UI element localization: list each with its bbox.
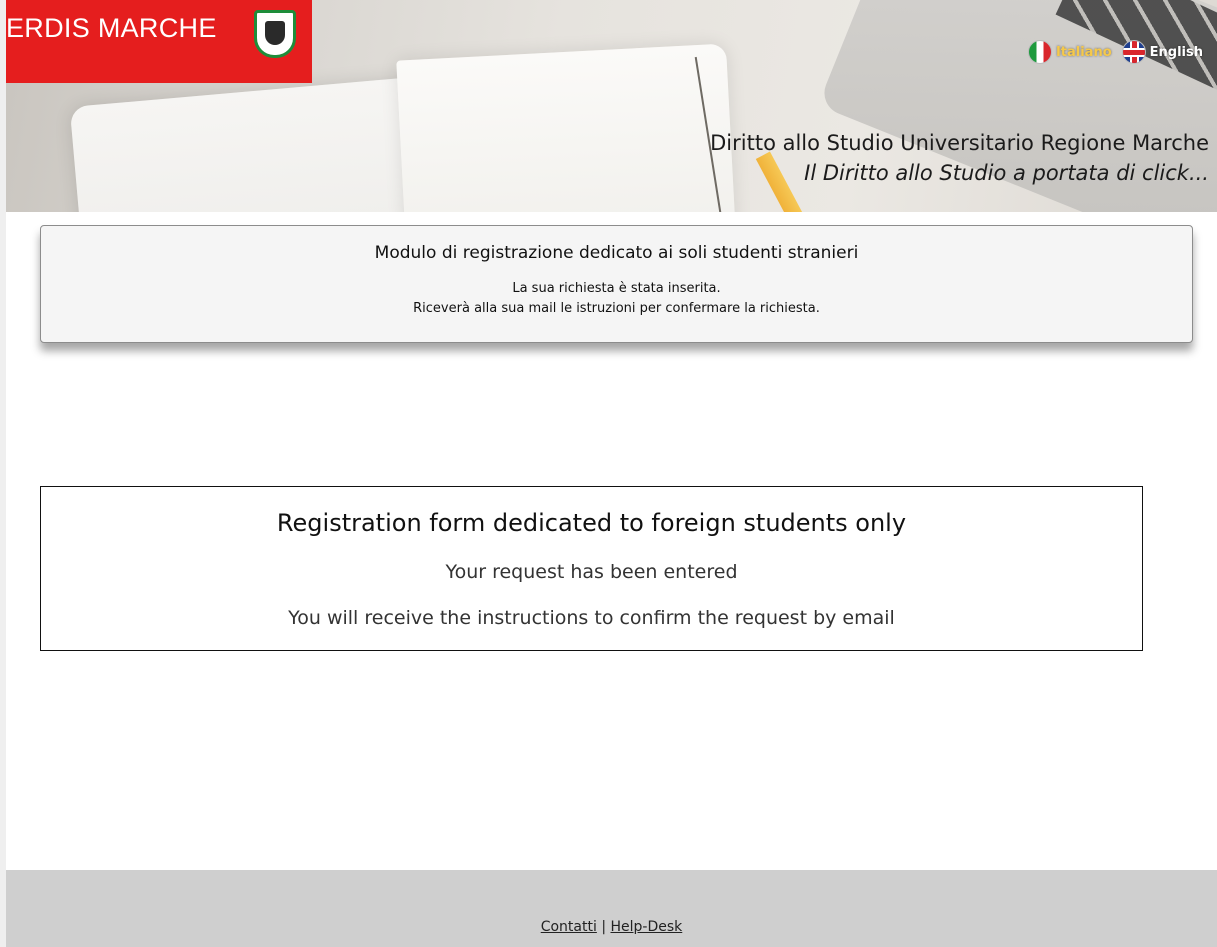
italian-notice-box: Modulo di registrazione dedicato ai soli… xyxy=(40,225,1193,343)
footer-links: Contatti | Help-Desk xyxy=(6,919,1217,935)
tagline-title: Diritto allo Studio Universitario Region… xyxy=(710,131,1209,155)
marche-emblem-icon xyxy=(254,10,296,58)
contacts-link[interactable]: Contatti xyxy=(541,919,597,935)
tagline-subtitle: Il Diritto allo Studio a portata di clic… xyxy=(804,161,1209,185)
uk-flag-icon[interactable] xyxy=(1121,40,1146,64)
notice-line-2: Riceverà alla sua mail le istruzioni per… xyxy=(413,301,820,316)
english-message-box: Registration form dedicated to foreign s… xyxy=(40,486,1143,651)
banner-notebook-left-page xyxy=(69,77,423,212)
banner-notebook-right-page xyxy=(396,43,736,212)
english-title: Registration form dedicated to foreign s… xyxy=(276,509,907,537)
helpdesk-link[interactable]: Help-Desk xyxy=(611,919,683,935)
language-selector: Italiano English xyxy=(1027,40,1209,64)
notice-line-1: La sua richiesta è stata inserita. xyxy=(512,281,721,296)
english-line-2: You will receive the instructions to con… xyxy=(288,607,895,629)
footer-separator: | xyxy=(601,919,607,935)
language-italian-link[interactable]: Italiano xyxy=(1056,45,1112,60)
notice-title: Modulo di registrazione dedicato ai soli… xyxy=(374,243,859,263)
header-tagline: Diritto allo Studio Universitario Region… xyxy=(710,128,1209,188)
language-english-link[interactable]: English xyxy=(1150,45,1203,60)
logo-text: ERDIS MARCHE xyxy=(6,13,217,43)
notice-message: La sua richiesta è stata inserita. Ricev… xyxy=(41,279,1192,319)
italy-flag-icon[interactable] xyxy=(1027,40,1052,64)
erdis-logo[interactable]: ERDIS MARCHE xyxy=(6,0,312,83)
english-line-1: Your request has been entered xyxy=(445,561,738,583)
footer: Contatti | Help-Desk xyxy=(6,870,1217,947)
